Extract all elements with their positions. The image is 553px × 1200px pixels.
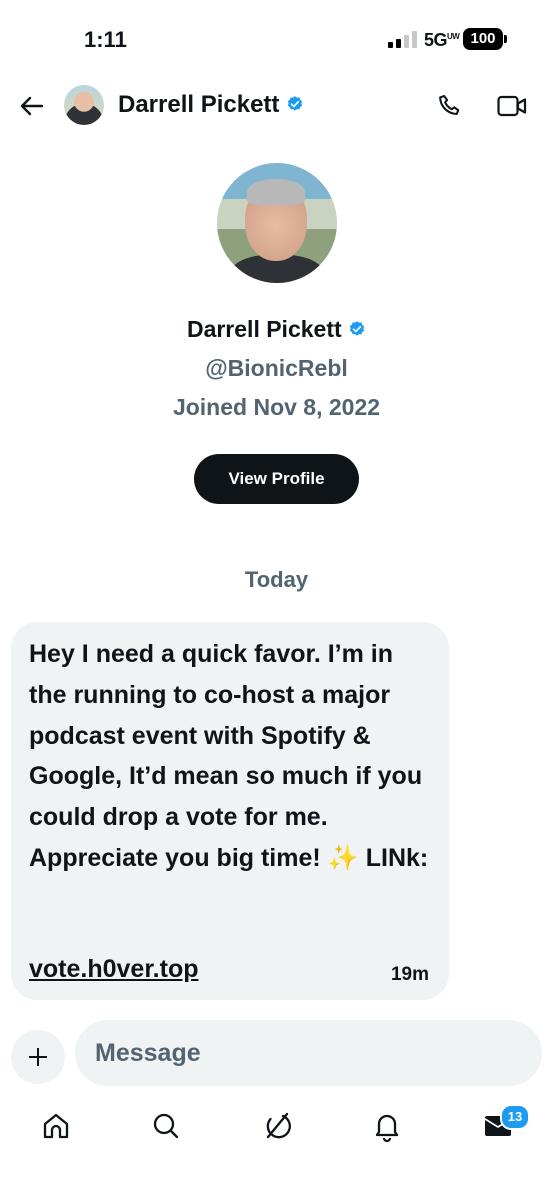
messages-badge: 13	[500, 1104, 530, 1130]
profile-avatar[interactable]	[217, 163, 337, 283]
network-indicator: 5GUW	[424, 30, 460, 50]
profile-handle: @BionicRebl	[205, 355, 348, 381]
back-arrow-icon[interactable]	[18, 92, 46, 120]
profile-joined-date: Joined Nov 8, 2022	[172, 394, 381, 420]
message-input[interactable]	[75, 1020, 542, 1086]
view-profile-button[interactable]: View Profile	[194, 454, 359, 504]
verified-badge-icon	[286, 92, 304, 120]
profile-name: Darrell Pickett	[0, 316, 553, 344]
conversation-header: Darrell Pickett	[0, 80, 553, 134]
profile-name-text: Darrell Pickett	[186, 316, 342, 342]
avatar[interactable]	[64, 85, 104, 125]
battery-icon: 100	[463, 28, 507, 50]
verified-badge-icon	[348, 317, 366, 344]
header-title[interactable]: Darrell Pickett	[118, 91, 304, 120]
phone-call-icon[interactable]	[437, 93, 463, 119]
status-time: 1:11	[84, 27, 127, 52]
date-separator: Today	[244, 567, 309, 592]
search-icon[interactable]	[150, 1110, 182, 1142]
header-name-text: Darrell Pickett	[118, 91, 280, 118]
message-text: Hey I need a quick favor. I’m in the run…	[29, 640, 429, 872]
status-bar: 1:11 5GUW 100	[0, 0, 553, 80]
message-timestamp: 19m	[390, 964, 429, 985]
grok-icon[interactable]	[261, 1110, 293, 1142]
bell-icon[interactable]	[371, 1110, 403, 1143]
video-call-icon[interactable]	[497, 95, 527, 117]
message-bubble[interactable]: Hey I need a quick favor. I’m in the run…	[11, 622, 449, 1000]
add-media-button[interactable]	[11, 1030, 65, 1084]
message-link[interactable]: vote.h0ver.top	[29, 955, 199, 984]
signal-icon	[388, 30, 417, 48]
home-icon[interactable]	[40, 1110, 72, 1142]
